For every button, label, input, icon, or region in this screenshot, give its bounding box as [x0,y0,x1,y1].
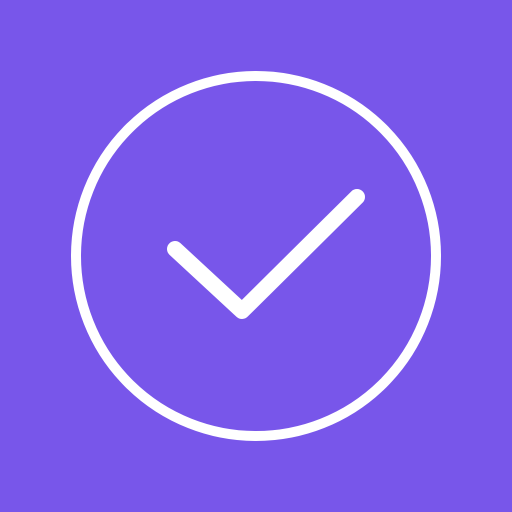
success-screen [0,0,512,512]
check-circle-icon [71,71,441,441]
checkmark-stroke [167,189,365,319]
check-circle-ring [71,71,441,441]
